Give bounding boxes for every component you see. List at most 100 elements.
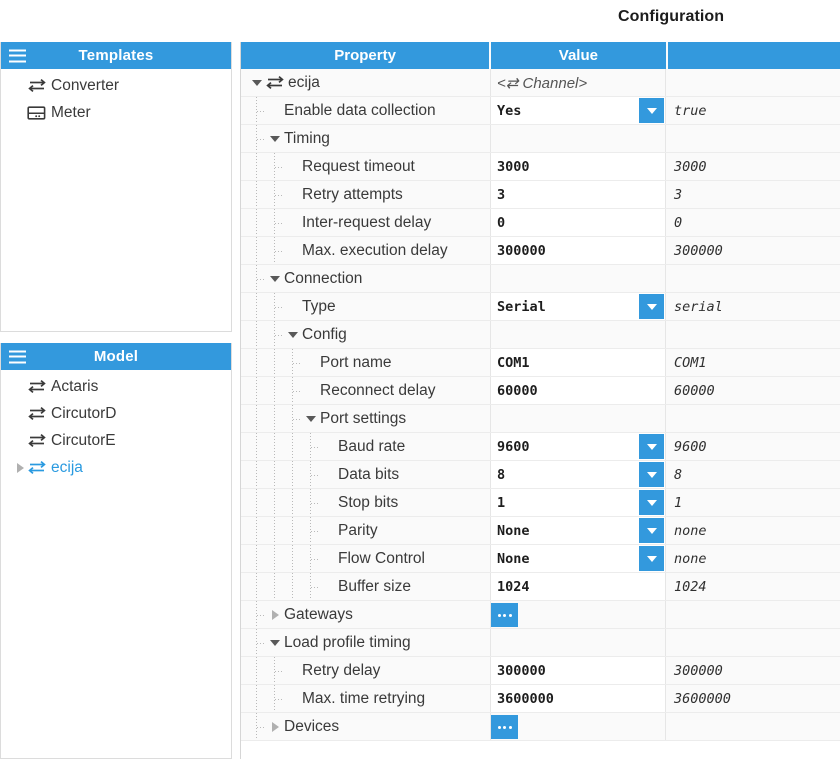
- property-row[interactable]: Enable data collection Yes true: [241, 97, 840, 125]
- property-row[interactable]: Data bits 8 8: [241, 461, 840, 489]
- templates-item-meter[interactable]: Meter: [1, 99, 231, 126]
- value-cell[interactable]: 9600: [491, 433, 666, 460]
- value-cell[interactable]: 3000: [491, 153, 666, 180]
- tree-guide-line: [274, 489, 275, 516]
- property-row[interactable]: Buffer size 1024 1024: [241, 573, 840, 601]
- property-row[interactable]: Retry delay 300000 300000: [241, 657, 840, 685]
- property-label: Stop bits: [338, 493, 399, 511]
- dropdown-button[interactable]: [639, 518, 664, 543]
- default-value-cell: [666, 629, 840, 656]
- templates-list: Converter Meter: [1, 69, 231, 126]
- tree-guide-line: [256, 461, 257, 488]
- property-row[interactable]: Gateways: [241, 601, 840, 629]
- property-grid-body: ecija <⇄ Channel> Enable data collection Ye…: [241, 69, 840, 741]
- property-row[interactable]: Type Serial serial: [241, 293, 840, 321]
- ellipsis-button[interactable]: [491, 603, 518, 627]
- property-row[interactable]: Baud rate 9600 9600: [241, 433, 840, 461]
- property-row[interactable]: Port name COM1 COM1: [241, 349, 840, 377]
- chevron-right-icon[interactable]: [267, 713, 283, 740]
- default-value-text: 9600: [674, 438, 707, 455]
- value-cell[interactable]: 3600000: [491, 685, 666, 712]
- property-row[interactable]: Flow Control None none: [241, 545, 840, 573]
- property-row[interactable]: Inter-request delay 0 0: [241, 209, 840, 237]
- value-cell[interactable]: 1024: [491, 573, 666, 600]
- property-row[interactable]: Parity None none: [241, 517, 840, 545]
- property-row[interactable]: Port settings: [241, 405, 840, 433]
- chevron-down-icon[interactable]: [303, 405, 319, 432]
- value-cell[interactable]: [491, 713, 666, 740]
- expander-placeholder: [321, 545, 337, 572]
- tree-guide-line: [256, 433, 257, 460]
- templates-item-converter[interactable]: Converter: [1, 72, 231, 99]
- tree-guide-stub: [311, 587, 320, 588]
- chevron-down-icon[interactable]: [267, 125, 283, 152]
- value-cell[interactable]: 60000: [491, 377, 666, 404]
- column-header-value[interactable]: Value: [491, 42, 666, 69]
- chevron-down-icon: [646, 443, 657, 450]
- value-cell[interactable]: [491, 601, 666, 628]
- tree-guide-stub: [311, 447, 320, 448]
- property-cell: Stop bits: [241, 489, 491, 516]
- property-label: Load profile timing: [284, 633, 411, 651]
- templates-panel-title: Templates: [78, 47, 154, 64]
- dropdown-button[interactable]: [639, 294, 664, 319]
- property-cell: ecija: [241, 69, 491, 96]
- model-item-actaris[interactable]: Actaris: [1, 373, 231, 400]
- dropdown-button[interactable]: [639, 490, 664, 515]
- expander-placeholder: [303, 349, 319, 376]
- property-row[interactable]: Config: [241, 321, 840, 349]
- value-cell[interactable]: Serial: [491, 293, 666, 320]
- property-cell: Baud rate: [241, 433, 491, 460]
- property-row[interactable]: Reconnect delay 60000 60000: [241, 377, 840, 405]
- model-item-circutord[interactable]: CircutorD: [1, 400, 231, 427]
- expander-placeholder: [267, 97, 283, 124]
- property-cell: Reconnect delay: [241, 377, 491, 404]
- value-cell[interactable]: COM1: [491, 349, 666, 376]
- value-cell[interactable]: 300000: [491, 657, 666, 684]
- value-cell[interactable]: None: [491, 545, 666, 572]
- chevron-right-icon[interactable]: [13, 462, 27, 473]
- chevron-down-icon[interactable]: [249, 69, 265, 96]
- property-row[interactable]: Retry attempts 3 3: [241, 181, 840, 209]
- value-cell[interactable]: 1: [491, 489, 666, 516]
- model-item-ecija[interactable]: ecija: [1, 454, 231, 481]
- dropdown-button[interactable]: [639, 434, 664, 459]
- property-row[interactable]: Max. time retrying 3600000 3600000: [241, 685, 840, 713]
- chevron-down-icon[interactable]: [267, 265, 283, 292]
- dropdown-button[interactable]: [639, 462, 664, 487]
- model-item-circutore[interactable]: CircutorE: [1, 427, 231, 454]
- property-row[interactable]: Timing: [241, 125, 840, 153]
- property-label: Timing: [284, 129, 330, 147]
- property-row[interactable]: ecija <⇄ Channel>: [241, 69, 840, 97]
- value-cell[interactable]: 3: [491, 181, 666, 208]
- column-header-property[interactable]: Property: [241, 42, 490, 69]
- chevron-down-icon: [646, 499, 657, 506]
- property-label: Retry delay: [302, 661, 381, 679]
- dropdown-button[interactable]: [639, 546, 664, 571]
- default-value-text: 300000: [674, 242, 723, 259]
- value-cell[interactable]: 300000: [491, 237, 666, 264]
- chevron-right-icon[interactable]: [267, 601, 283, 628]
- property-row[interactable]: Stop bits 1 1: [241, 489, 840, 517]
- panel-splitter[interactable]: [232, 42, 240, 759]
- default-value-text: none: [674, 550, 707, 567]
- default-value-text: 0: [674, 214, 683, 231]
- column-header-default[interactable]: [667, 42, 840, 69]
- tree-guide-stub: [311, 475, 320, 476]
- ellipsis-button[interactable]: [491, 715, 518, 739]
- property-row[interactable]: Devices: [241, 713, 840, 741]
- property-row[interactable]: Request timeout 3000 3000: [241, 153, 840, 181]
- property-row[interactable]: Connection: [241, 265, 840, 293]
- chevron-down-icon[interactable]: [267, 629, 283, 656]
- property-row[interactable]: Max. execution delay 300000 300000: [241, 237, 840, 265]
- value-cell[interactable]: 0: [491, 209, 666, 236]
- value-cell[interactable]: None: [491, 517, 666, 544]
- chevron-down-icon[interactable]: [285, 321, 301, 348]
- hamburger-icon[interactable]: [9, 350, 26, 363]
- value-cell[interactable]: Yes: [491, 97, 666, 124]
- dropdown-button[interactable]: [639, 98, 664, 123]
- hamburger-icon[interactable]: [9, 49, 26, 62]
- value-cell[interactable]: 8: [491, 461, 666, 488]
- property-row[interactable]: Load profile timing: [241, 629, 840, 657]
